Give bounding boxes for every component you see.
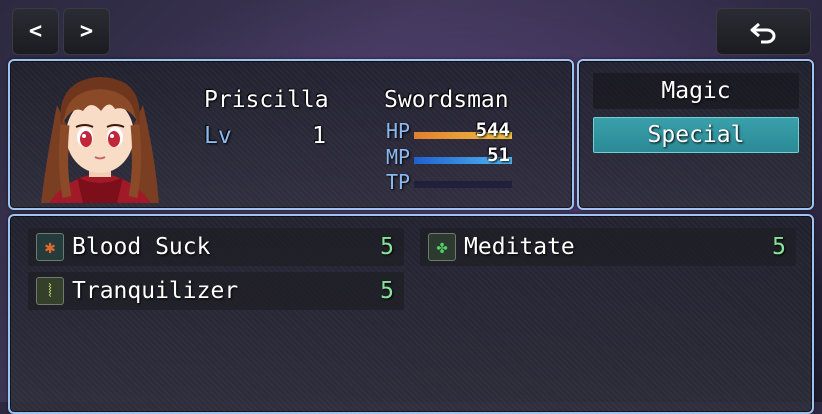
blood-drain-icon: ✱ bbox=[36, 233, 64, 261]
tp-gauge bbox=[414, 181, 512, 188]
level-label: Lv bbox=[204, 123, 232, 149]
skill-cost: 5 bbox=[380, 278, 394, 304]
actor-portrait bbox=[41, 77, 159, 203]
undo-arrow-icon bbox=[750, 22, 775, 43]
actor-name: Priscilla bbox=[204, 87, 329, 113]
skill-list-window: ✱ Blood Suck 5 ✤ Meditate 5 ⦚ Tranquiliz… bbox=[8, 214, 814, 414]
skill-name: Tranquilizer bbox=[72, 278, 239, 304]
skill-type-magic[interactable]: Magic bbox=[593, 73, 799, 109]
next-actor-button[interactable]: > bbox=[63, 8, 110, 55]
skill-type-label: Magic bbox=[661, 78, 731, 104]
next-label: > bbox=[79, 19, 94, 44]
skill-item-blood-suck[interactable]: ✱ Blood Suck 5 bbox=[28, 228, 404, 266]
hp-value: 544 bbox=[475, 119, 510, 141]
prev-actor-button[interactable]: < bbox=[12, 8, 59, 55]
skill-item-tranquilizer[interactable]: ⦚ Tranquilizer 5 bbox=[28, 272, 404, 310]
skill-type-special[interactable]: Special bbox=[593, 117, 799, 153]
skill-cost: 5 bbox=[380, 234, 394, 260]
tp-label: TP bbox=[386, 170, 411, 194]
prev-label: < bbox=[28, 19, 43, 44]
clover-icon: ✤ bbox=[428, 233, 456, 261]
skill-name: Blood Suck bbox=[72, 234, 211, 260]
mp-value: 51 bbox=[487, 144, 510, 166]
actor-status-window: Priscilla Lv 1 Swordsman HP 544 MP 51 TP bbox=[8, 59, 574, 210]
skill-name: Meditate bbox=[464, 234, 575, 260]
skill-cost: 5 bbox=[772, 234, 786, 260]
back-button[interactable] bbox=[716, 8, 811, 55]
skill-type-label: Special bbox=[647, 122, 745, 148]
skill-item-meditate[interactable]: ✤ Meditate 5 bbox=[420, 228, 796, 266]
skill-type-window: Magic Special bbox=[577, 59, 814, 210]
feather-icon: ⦚ bbox=[36, 277, 64, 305]
hp-label: HP bbox=[386, 119, 411, 143]
actor-class: Swordsman bbox=[384, 87, 509, 113]
level-value: 1 bbox=[312, 123, 326, 149]
mp-label: MP bbox=[386, 145, 411, 169]
